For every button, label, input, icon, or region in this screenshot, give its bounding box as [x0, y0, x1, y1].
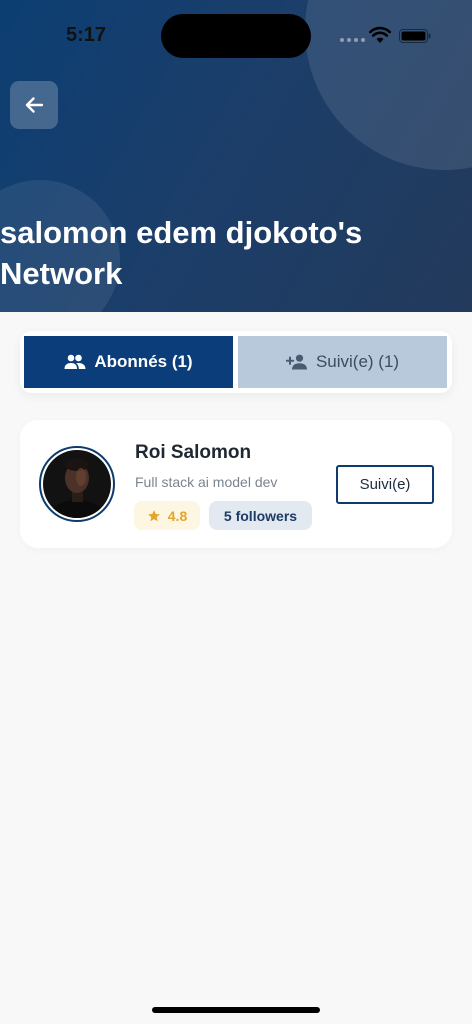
people-icon: [64, 354, 86, 369]
back-button[interactable]: [10, 81, 58, 129]
avatar: [39, 446, 115, 522]
follow-button[interactable]: Suivi(e): [336, 465, 434, 504]
battery-icon: [399, 29, 431, 43]
follow-button-label: Suivi(e): [359, 476, 411, 493]
rating-badge: 4.8: [134, 501, 200, 530]
followers-badge: 5 followers: [209, 501, 312, 530]
arrow-left-icon: [25, 97, 44, 113]
tab-suivi-label: Suivi(e) (1): [315, 352, 400, 371]
user-card[interactable]: Roi Salomon Full stack ai model dev 4.8 …: [20, 420, 452, 548]
rating-value: 4.8: [167, 507, 188, 524]
home-indicator[interactable]: [152, 1007, 320, 1013]
user-bio: Full stack ai model dev: [135, 474, 278, 490]
star-icon: [147, 509, 160, 521]
followers-count: 5 followers: [223, 507, 298, 524]
person-add-icon: [285, 354, 307, 370]
status-time: 5:17: [66, 24, 107, 46]
signal-icon: [340, 38, 365, 42]
user-name: Roi Salomon: [135, 442, 252, 463]
status-bar: 5:17: [0, 0, 472, 60]
avatar-image: [43, 450, 111, 518]
tab-bar: Abonnés (1) Suivi(e) (1): [20, 331, 452, 393]
dynamic-island: [161, 14, 311, 58]
wifi-icon: [369, 26, 391, 43]
tab-abonnes[interactable]: Abonnés (1): [24, 336, 233, 388]
page-title: salomon edem djokoto's Network: [0, 215, 363, 291]
tab-suivi[interactable]: Suivi(e) (1): [238, 336, 447, 388]
header: 5:17 salomon edem djokoto's Network: [0, 0, 472, 312]
tab-abonnes-label: Abonnés (1): [94, 352, 193, 371]
